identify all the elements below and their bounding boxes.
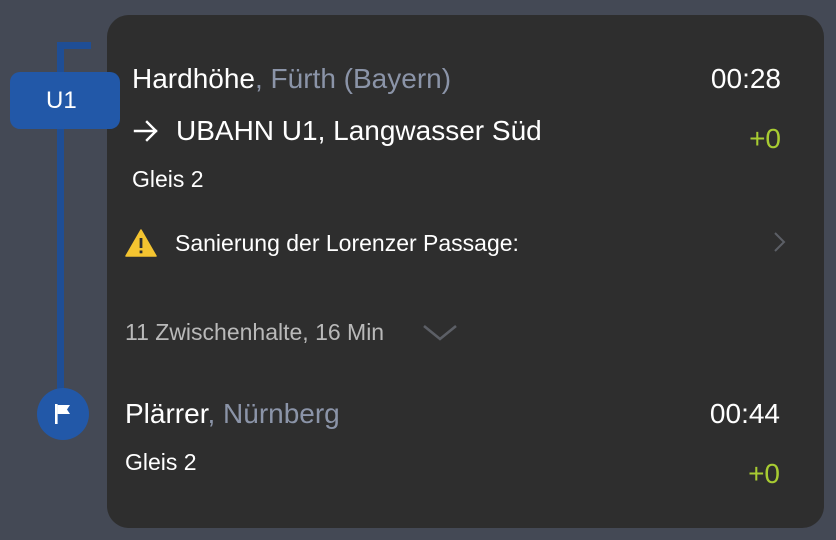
destination-arrival-time: 00:44 bbox=[709, 398, 780, 429]
destination-station-name: Plärrer bbox=[125, 398, 208, 429]
flag-icon bbox=[55, 404, 70, 424]
origin-station-name: Hardhöhe bbox=[132, 63, 255, 94]
notice-text: Sanierung der Lorenzer Passage: bbox=[175, 229, 519, 256]
origin-city: , Fürth (Bayern) bbox=[254, 63, 452, 94]
stops-summary: 11 Zwischenhalte, 16 Min bbox=[125, 319, 385, 345]
journey-leg-view: Hardhöhe, Fürth (Bayern) 00:28 UBAHN U1,… bbox=[0, 0, 836, 540]
leg-card: Hardhöhe, Fürth (Bayern) 00:28 UBAHN U1,… bbox=[107, 15, 824, 528]
destination-marker bbox=[37, 388, 89, 440]
origin-platform: Gleis 2 bbox=[132, 166, 204, 192]
origin-departure-time: 00:28 bbox=[710, 63, 781, 94]
destination-platform: Gleis 2 bbox=[125, 449, 197, 475]
direction-label: UBAHN U1, Langwasser Süd bbox=[176, 115, 542, 146]
intermediate-stops-toggle[interactable]: 11 Zwischenhalte, 16 Min bbox=[125, 319, 458, 346]
line-badge[interactable]: U1 bbox=[10, 72, 120, 129]
destination-delay: +0 bbox=[748, 458, 780, 489]
disruption-notice[interactable]: Sanierung der Lorenzer Passage: bbox=[125, 221, 786, 265]
warning-icon bbox=[125, 229, 157, 257]
origin-delay: +0 bbox=[749, 123, 781, 154]
chevron-down-icon bbox=[423, 324, 457, 341]
direction-row: UBAHN U1, Langwasser Süd bbox=[132, 115, 542, 147]
destination-city: , Nürnberg bbox=[207, 398, 340, 429]
chevron-right-icon bbox=[774, 232, 786, 252]
arrow-right-icon bbox=[133, 120, 158, 142]
origin-station[interactable]: Hardhöhe, Fürth (Bayern) bbox=[132, 63, 451, 95]
line-badge-label: U1 bbox=[46, 87, 77, 114]
destination-station[interactable]: Plärrer, Nürnberg bbox=[125, 398, 340, 430]
